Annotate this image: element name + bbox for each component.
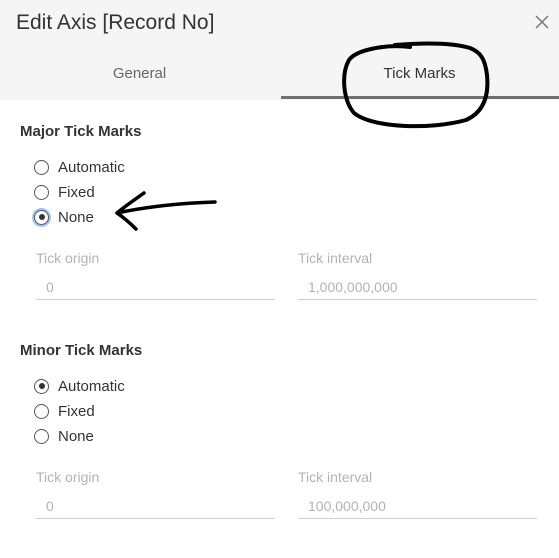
- radio-label: None: [58, 208, 94, 226]
- arrow-annotation: [115, 191, 217, 231]
- radio-label: None: [58, 427, 94, 445]
- major-radio-automatic[interactable]: Automatic: [34, 157, 125, 177]
- close-icon[interactable]: [533, 13, 551, 31]
- minor-tick-marks-heading: Minor Tick Marks: [20, 342, 143, 359]
- radio-label: Fixed: [58, 183, 95, 201]
- radio-button[interactable]: [34, 209, 49, 225]
- minor-radio-automatic[interactable]: Automatic: [34, 376, 125, 396]
- radio-label: Automatic: [58, 158, 125, 176]
- minor-tick-origin-label: Tick origin: [36, 469, 100, 485]
- major-tick-interval-label: Tick interval: [298, 250, 373, 266]
- minor-tick-origin-input[interactable]: [36, 493, 275, 519]
- dialog-title: Edit Axis [Record No]: [16, 11, 215, 34]
- radio-label: Automatic: [58, 377, 125, 395]
- tab-general[interactable]: General: [0, 62, 279, 100]
- dialog-header: Edit Axis [Record No] General Tick Marks: [0, 0, 559, 100]
- tab-tick-marks[interactable]: Tick Marks: [280, 62, 559, 100]
- major-radio-fixed[interactable]: Fixed: [34, 182, 95, 202]
- major-tick-origin-input[interactable]: [36, 274, 275, 300]
- radio-button[interactable]: [34, 159, 49, 175]
- major-tick-origin-label: Tick origin: [36, 250, 100, 266]
- major-tick-interval-input[interactable]: [298, 274, 537, 300]
- minor-tick-interval-input[interactable]: [298, 493, 537, 519]
- radio-button[interactable]: [34, 428, 49, 444]
- minor-radio-none[interactable]: None: [34, 426, 94, 446]
- minor-radio-fixed[interactable]: Fixed: [34, 401, 95, 421]
- radio-button[interactable]: [34, 184, 49, 200]
- radio-button[interactable]: [34, 403, 49, 419]
- minor-tick-interval-label: Tick interval: [298, 469, 373, 485]
- radio-label: Fixed: [58, 402, 95, 420]
- major-tick-marks-heading: Major Tick Marks: [20, 123, 142, 140]
- active-tab-indicator: [281, 96, 559, 99]
- major-radio-none[interactable]: None: [34, 207, 94, 227]
- radio-button[interactable]: [34, 378, 49, 394]
